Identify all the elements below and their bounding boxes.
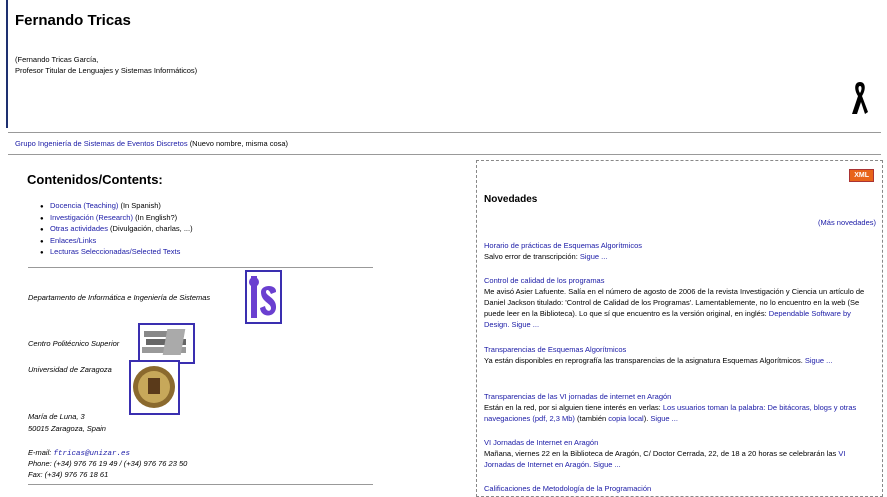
local-copy-link[interactable]: copia local <box>608 414 643 423</box>
address-line-2: 50015 Zaragoza, Spain <box>28 424 106 433</box>
news-item-title[interactable]: Control de calidad de los programas <box>484 276 604 285</box>
news-item: Control de calidad de los programas Me a… <box>484 276 865 329</box>
list-item: Docencia (Teaching) (In Spanish) <box>40 201 193 213</box>
news-item: Transparencias de Esquemas Algorítmicos … <box>484 345 833 365</box>
read-more-link[interactable]: Sigue ... <box>580 252 608 261</box>
list-item: Otras actividades (Divulgación, charlas,… <box>40 224 193 236</box>
contents-divider <box>28 267 373 268</box>
address-line-1: María de Luna, 3 <box>28 412 85 421</box>
xml-feed-button[interactable]: XML <box>849 169 874 182</box>
fax-line: Fax: (+34) 976 76 18 61 <box>28 470 109 479</box>
group-note: (Nuevo nombre, misma cosa) <box>189 139 289 148</box>
read-more-link[interactable]: Sigue ... <box>650 414 678 423</box>
more-news-link[interactable]: (Más novedades) <box>818 218 876 227</box>
news-item-title[interactable]: VI Jornadas de Internet en Aragón <box>484 438 598 447</box>
phone-line: Phone: (+34) 976 76 19 49 / (+34) 976 76… <box>28 459 188 468</box>
news-item: VI Jornadas de Internet en Aragón Mañana… <box>484 438 846 469</box>
footer-divider <box>28 484 373 485</box>
unizar-logo[interactable] <box>129 360 180 415</box>
news-title: Novedades <box>484 194 538 205</box>
header-subtitle: (Fernando Tricas García, Profesor Titula… <box>15 55 198 75</box>
docencia-link[interactable]: Docencia (Teaching) <box>50 201 118 210</box>
header-accent-bar <box>6 0 8 128</box>
news-item-title[interactable]: Horario de prácticas de Esquemas Algorít… <box>484 241 642 250</box>
center-text: Centro Politécnico Superior <box>28 339 120 348</box>
read-more-link[interactable]: Sigue ... <box>805 356 833 365</box>
dis-logo-icon <box>249 276 277 318</box>
cps-logo-icon <box>142 329 186 355</box>
list-item: Lecturas Seleccionadas/Selected Texts <box>40 247 193 259</box>
contents-list: Docencia (Teaching) (In Spanish) Investi… <box>40 201 193 259</box>
department-text: Departamento de Informática e Ingeniería… <box>28 293 211 302</box>
university-text: Universidad de Zaragoza <box>28 365 112 374</box>
black-ribbon-icon <box>852 82 868 114</box>
group-divider <box>8 154 881 155</box>
news-item: Horario de prácticas de Esquemas Algorít… <box>484 241 642 261</box>
news-panel: XML Novedades (Más novedades) Horario de… <box>476 160 883 497</box>
news-item-title[interactable]: Transparencias de las VI jornadas de int… <box>484 392 671 401</box>
lecturas-link[interactable]: Lecturas Seleccionadas/Selected Texts <box>50 247 180 256</box>
news-item: Transparencias de las VI jornadas de int… <box>484 392 857 423</box>
cps-logo[interactable] <box>138 323 195 364</box>
investigacion-link[interactable]: Investigación (Research) <box>50 213 133 222</box>
email-link[interactable]: ftricas@unizar.es <box>53 450 130 458</box>
group-line: Grupo Ingeniería de Sistemas de Eventos … <box>15 139 288 148</box>
email-line: E-mail: ftricas@unizar.es <box>28 448 130 458</box>
enlaces-link[interactable]: Enlaces/Links <box>50 236 96 245</box>
dis-logo[interactable] <box>245 270 282 324</box>
otras-actividades-link[interactable]: Otras actividades <box>50 224 108 233</box>
list-item: Enlaces/Links <box>40 236 193 248</box>
list-item: Investigación (Research) (In English?) <box>40 213 193 225</box>
contents-title: Contenidos/Contents: <box>27 172 163 187</box>
news-item-title[interactable]: Transparencias de Esquemas Algorítmicos <box>484 345 626 354</box>
page-title: Fernando Tricas <box>15 12 131 29</box>
group-link[interactable]: Grupo Ingeniería de Sistemas de Eventos … <box>15 139 188 148</box>
header-divider <box>8 132 881 133</box>
unizar-seal-icon <box>133 366 175 408</box>
